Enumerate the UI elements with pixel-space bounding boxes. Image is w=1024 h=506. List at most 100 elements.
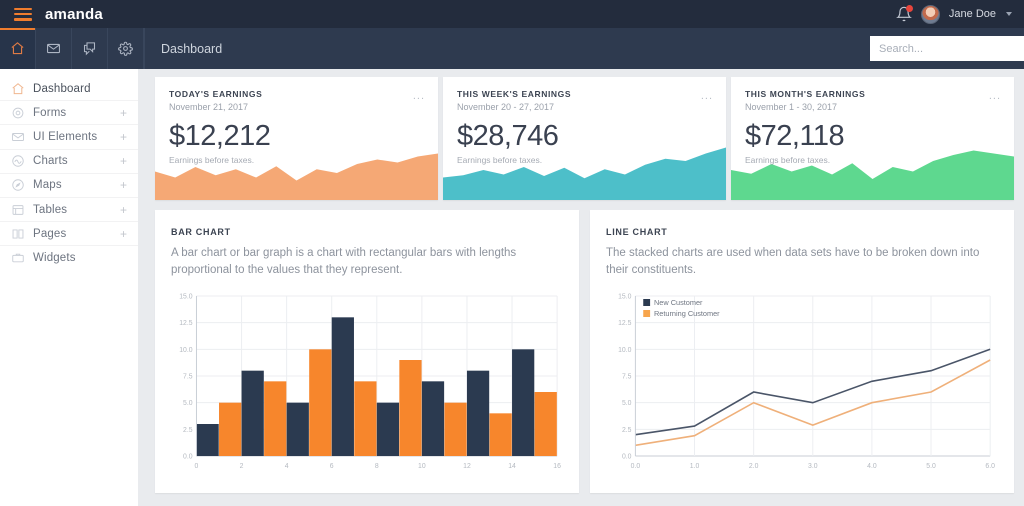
sidebar: Dashboard Forms + UI Elements + Charts +… [0,69,138,506]
inbox-icon [10,129,25,144]
compass-icon [10,178,25,193]
card-amount: $28,746 [457,120,559,152]
card-amount: $12,212 [169,120,271,152]
sidebar-item-dashboard[interactable]: Dashboard [0,77,138,102]
user-name[interactable]: Jane Doe [949,8,996,20]
avatar[interactable] [920,4,940,24]
svg-text:15.0: 15.0 [618,294,631,301]
bell-icon[interactable] [895,5,913,22]
earnings-card: ... TODAY'S EARNINGS November 21, 2017 $… [155,77,438,200]
svg-text:2.5: 2.5 [183,427,193,434]
card-date: November 21, 2017 [169,102,249,112]
earnings-card: ... THIS WEEK'S EARNINGS November 20 - 2… [443,77,726,200]
nav-home-icon[interactable] [0,28,36,69]
brand-name: amanda [45,5,103,23]
sidebar-item-label: UI Elements [33,130,98,143]
sidebar-item-widgets[interactable]: Widgets [0,246,138,270]
sidebar-item-tables[interactable]: Tables + [0,198,138,223]
svg-text:15.0: 15.0 [179,294,192,301]
main-content: ... TODAY'S EARNINGS November 21, 2017 $… [138,69,1024,506]
sidebar-item-label: Tables [33,203,68,216]
expand-icon[interactable]: + [120,155,127,167]
sidebar-item-label: Maps [33,179,62,192]
svg-text:0.0: 0.0 [622,454,632,461]
svg-text:7.5: 7.5 [183,374,193,381]
nav-mail-icon[interactable] [36,28,72,69]
svg-text:0: 0 [195,463,199,470]
topbar-right: Jane Doe [895,0,1024,28]
home-icon [10,81,25,96]
svg-text:10: 10 [418,463,426,470]
sidebar-item-label: Pages [33,227,67,240]
search-box [870,36,1024,61]
svg-text:6: 6 [330,463,334,470]
expand-icon[interactable]: + [120,228,127,240]
brand-bar: amanda Jane Doe [0,0,1024,28]
card-date: November 1 - 30, 2017 [745,102,838,112]
sidebar-item-forms[interactable]: Forms + [0,101,138,126]
svg-text:0.0: 0.0 [183,454,193,461]
nav-gear-icon[interactable] [108,28,144,69]
svg-text:5.0: 5.0 [622,400,632,407]
svg-text:0.0: 0.0 [631,463,641,470]
line-chart-panel: LINE CHART The stacked charts are used w… [590,210,1014,493]
svg-text:4.0: 4.0 [867,463,877,470]
notification-badge [905,5,913,12]
table-icon [10,202,25,217]
breadcrumb: Dashboard [144,28,222,69]
gear-icon [10,105,25,120]
svg-text:New Customer: New Customer [654,298,703,307]
svg-text:4: 4 [285,463,289,470]
card-subtitle: Earnings before taxes. [745,155,831,165]
svg-text:2.5: 2.5 [622,427,632,434]
expand-icon[interactable]: + [120,107,127,119]
svg-text:1.0: 1.0 [690,463,700,470]
svg-text:12.5: 12.5 [618,320,631,327]
card-subtitle: Earnings before taxes. [457,155,543,165]
bar-chart: 0.0 2.5 5.0 7.5 10.0 12.5 15.0 0 2 4 6 8 10 12 14 16 [179,294,561,471]
panel-title: BAR CHART [171,227,231,237]
sidebar-item-label: Widgets [33,252,76,265]
nav-bar: Dashboard [0,28,1024,69]
card-title: THIS MONTH'S EARNINGS [745,89,866,99]
nav-chat-icon[interactable] [72,28,108,69]
svg-text:16: 16 [553,463,561,470]
earnings-cards-row: ... TODAY'S EARNINGS November 21, 2017 $… [138,69,1024,200]
svg-text:Returning Customer: Returning Customer [654,309,720,318]
chart-circle-icon [10,154,25,169]
sidebar-item-charts[interactable]: Charts + [0,150,138,174]
earnings-card: ... THIS MONTH'S EARNINGS November 1 - 3… [731,77,1014,200]
sidebar-item-pages[interactable]: Pages + [0,222,138,247]
sidebar-item-label: Dashboard [33,82,91,95]
svg-text:10.0: 10.0 [179,347,192,354]
search-input[interactable] [870,36,1024,61]
panel-title: LINE CHART [606,227,668,237]
sidebar-item-maps[interactable]: Maps + [0,174,138,198]
svg-text:5.0: 5.0 [183,400,193,407]
expand-icon[interactable]: + [120,179,127,191]
hamburger-icon[interactable] [14,7,32,21]
svg-text:2: 2 [240,463,244,470]
svg-text:12.5: 12.5 [179,320,192,327]
expand-icon[interactable]: + [120,131,127,143]
chevron-down-icon[interactable] [1006,12,1012,16]
expand-icon[interactable]: + [120,204,127,216]
sidebar-item-label: Forms [33,106,67,119]
svg-text:10.0: 10.0 [618,347,631,354]
card-menu-button[interactable]: ... [701,91,713,102]
sidebar-item-ui-elements[interactable]: UI Elements + [0,125,138,150]
svg-text:14: 14 [508,463,516,470]
card-subtitle: Earnings before taxes. [169,155,255,165]
svg-text:5.0: 5.0 [926,463,936,470]
svg-text:3.0: 3.0 [808,463,818,470]
svg-text:2.0: 2.0 [749,463,759,470]
briefcase-icon [10,251,25,266]
card-menu-button[interactable]: ... [989,91,1001,102]
dashboard-page: amanda Jane Doe Dashboard Search... Dash… [0,0,1024,506]
card-menu-button[interactable]: ... [413,91,425,102]
card-date: November 20 - 27, 2017 [457,102,555,112]
sidebar-item-label: Charts [33,155,68,168]
card-title: THIS WEEK'S EARNINGS [457,89,572,99]
book-icon [10,226,25,241]
charts-row: BAR CHART A bar chart or bar graph is a … [138,200,1024,493]
